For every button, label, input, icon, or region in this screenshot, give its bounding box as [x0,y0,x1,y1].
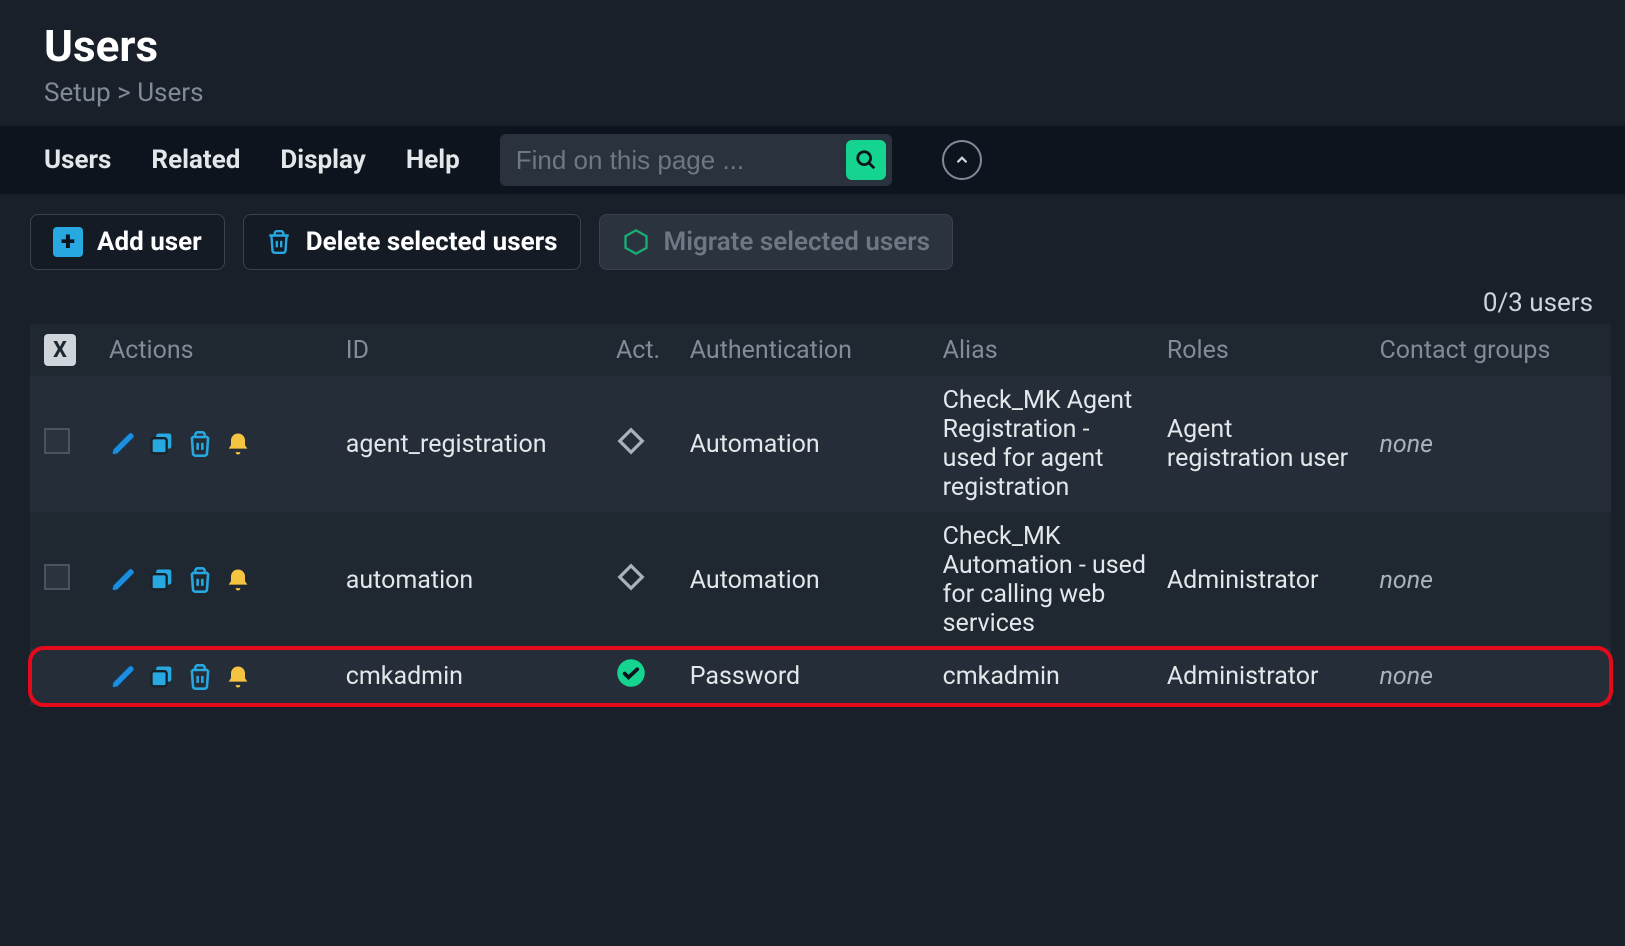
collapse-button[interactable] [942,140,982,180]
cell-alias: Check_MK Agent Registration - used for a… [933,376,1157,512]
cell-id: agent_registration [336,376,606,512]
plus-icon: + [53,227,83,257]
col-roles[interactable]: Roles [1157,324,1370,376]
edit-icon[interactable] [109,565,139,595]
col-auth[interactable]: Authentication [680,324,933,376]
cell-roles: Administrator [1157,648,1370,705]
cell-roles: Agent registration user [1157,376,1370,512]
col-id[interactable]: ID [336,324,606,376]
cell-auth: Automation [680,376,933,512]
breadcrumb-users[interactable]: Users [137,78,203,108]
cell-auth: Password [680,648,933,705]
cell-roles: Administrator [1157,512,1370,648]
cell-id: automation [336,512,606,648]
notify-icon[interactable] [223,429,253,459]
table-row: cmkadminPasswordcmkadminAdministratornon… [30,648,1611,705]
status-neutral-icon [616,426,646,456]
search-icon [855,149,877,171]
col-act: Act. [606,324,680,376]
menu-bar: Users Related Display Help [0,126,1625,194]
search-button[interactable] [846,140,886,180]
menu-users[interactable]: Users [44,145,111,175]
cell-contact-groups: none [1370,512,1611,648]
cell-id: cmkadmin [336,648,606,705]
clone-icon[interactable] [147,662,177,692]
menu-related[interactable]: Related [151,145,240,175]
action-toolbar: + Add user Delete selected users Migrate… [0,194,1625,284]
table-row: automation AutomationCheck_MK Automation … [30,512,1611,648]
delete-selected-label: Delete selected users [306,227,558,257]
col-alias[interactable]: Alias [933,324,1157,376]
notify-icon[interactable] [223,565,253,595]
edit-icon[interactable] [109,429,139,459]
add-user-button[interactable]: + Add user [30,214,225,270]
page-search [500,134,892,186]
breadcrumb-setup[interactable]: Setup [44,78,111,108]
users-table: X Actions ID Act. Authentication Alias R… [30,324,1611,705]
edit-icon[interactable] [109,662,139,692]
menu-help[interactable]: Help [406,145,460,175]
migrate-selected-button[interactable]: Migrate selected users [599,214,953,270]
status-ok-icon [616,658,646,688]
col-contact-groups[interactable]: Contact groups [1370,324,1611,376]
migrate-selected-label: Migrate selected users [664,227,930,257]
breadcrumb-sep: > [117,78,131,108]
search-input[interactable] [516,145,836,176]
page-title: Users [44,20,1581,72]
trash-icon [266,228,292,256]
hexagon-icon [622,228,650,256]
delete-icon[interactable] [185,662,215,692]
cell-contact-groups: none [1370,376,1611,512]
notify-icon[interactable] [223,662,253,692]
add-user-label: Add user [97,227,202,257]
select-all-toggle[interactable]: X [44,334,76,366]
cell-alias: cmkadmin [933,648,1157,705]
row-select-checkbox[interactable] [44,564,70,590]
clone-icon[interactable] [147,565,177,595]
clone-icon[interactable] [147,429,177,459]
breadcrumb: Setup > Users [44,78,1581,108]
status-neutral-icon [616,562,646,592]
menu-display[interactable]: Display [280,145,365,175]
delete-selected-button[interactable]: Delete selected users [243,214,581,270]
cell-alias: Check_MK Automation - used for calling w… [933,512,1157,648]
user-count: 0/3 users [0,284,1625,324]
table-row: agent_registration AutomationCheck_MK Age… [30,376,1611,512]
cell-auth: Automation [680,512,933,648]
delete-icon[interactable] [185,565,215,595]
delete-icon[interactable] [185,429,215,459]
col-actions: Actions [99,324,336,376]
chevron-up-icon [953,151,971,169]
table-header-row: X Actions ID Act. Authentication Alias R… [30,324,1611,376]
cell-contact-groups: none [1370,648,1611,705]
row-select-checkbox[interactable] [44,428,70,454]
